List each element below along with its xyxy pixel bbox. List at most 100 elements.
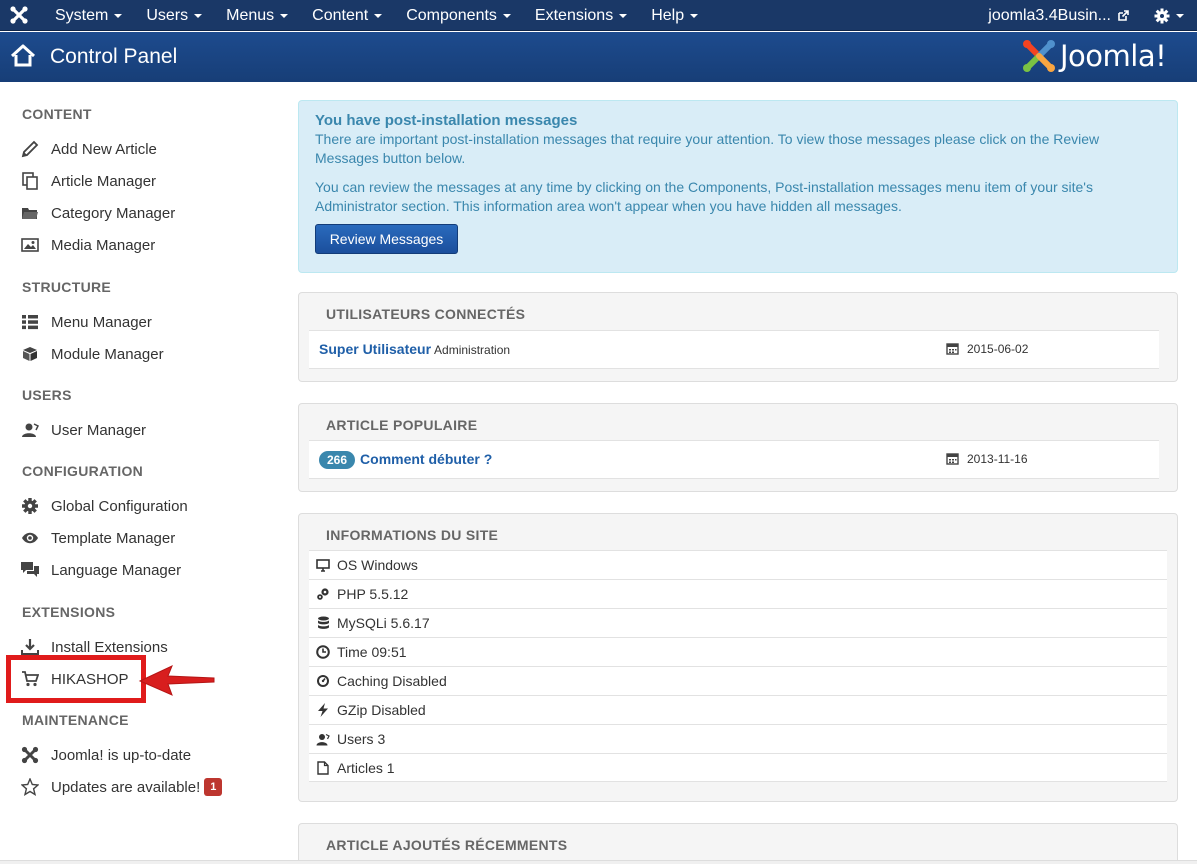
caret-down-icon [280,13,289,18]
panel-title: ARTICLE POPULAIRE [326,417,478,433]
sidebar-item-label: Category Manager [51,204,176,222]
sidebar-item-joomla-uptodate[interactable]: Joomla! is up-to-date [20,743,191,767]
menu-label: Users [146,7,189,24]
heading-extensions: EXTENSIONS [22,604,116,620]
navbar-right: joomla3.4Busin... [976,0,1197,31]
caret-down-icon [502,13,511,18]
menu-system[interactable]: System [43,0,134,31]
panel-title: UTILISATEURS CONNECTÉS [326,306,526,322]
info-text: Users 3 [337,731,386,747]
home-icon [10,44,36,67]
sidebar-item-label: Add New Article [51,140,157,158]
list-item: MySQLi 5.6.17 [309,608,1167,637]
date-text: 2015-06-02 [967,342,1029,356]
download-icon [20,637,40,657]
caret-down-icon [194,13,203,18]
sidebar-item-module-manager[interactable]: Module Manager [20,342,164,366]
menu-label: Content [312,7,369,24]
post-install-alert: You have post-installation messages Ther… [298,100,1178,273]
sidebar-item-label: Template Manager [51,529,176,547]
sidebar-item-global-configuration[interactable]: Global Configuration [20,494,188,518]
site-name: joomla3.4Busin... [988,7,1111,24]
heading-content: CONTENT [22,106,92,122]
logo-text: Joomla! [1060,39,1167,73]
table-row: 266 Comment débuter ? 2013-11-16 [309,440,1159,479]
annotation-arrow-icon [138,665,215,696]
sidebar-item-media-manager[interactable]: Media Manager [20,233,155,257]
info-text: MySQLi 5.6.17 [337,615,430,631]
list-item: Caching Disabled [309,666,1167,695]
list-item: OS Windows [309,550,1167,579]
sidebar-item-article-manager[interactable]: Article Manager [20,169,156,193]
sidebar-item-updates-available[interactable]: Updates are available! 1 [20,775,223,799]
sidebar-item-label: Language Manager [51,561,182,579]
menu-label: Help [651,7,685,24]
popular-articles-panel: ARTICLE POPULAIRE 266 Comment débuter ? 2… [298,403,1178,492]
sidebar-item-label: User Manager [51,421,147,439]
user-icon [20,420,40,440]
database-icon [314,615,332,631]
menu-content[interactable]: Content [300,0,394,31]
menu-label: Extensions [534,7,614,24]
date-text: 2013-11-16 [967,452,1028,466]
info-text: Articles 1 [337,759,395,776]
article-link[interactable]: 266 Comment débuter ? [319,451,492,469]
info-text: OS Windows [337,557,418,573]
desktop-icon [314,557,332,573]
sidebar-item-user-manager[interactable]: User Manager [20,418,146,442]
info-text: Caching Disabled [337,673,447,689]
table-row: Super Utilisateur Administration 2015-06-… [309,330,1159,369]
file-icon [314,760,332,776]
sidebar-item-language-manager[interactable]: Language Manager [20,558,181,582]
eye-icon [20,528,40,548]
comments-icon [20,560,40,580]
sidebar-item-menu-manager[interactable]: Menu Manager [20,310,152,334]
sidebar-item-add-new-article[interactable]: Add New Article [20,137,157,161]
alert-message-2: You can review the messages at any time … [315,179,1093,214]
user-area: Administration [434,343,511,357]
joomla-icon [20,745,40,765]
menu-help[interactable]: Help [639,0,710,31]
alert-message-1: There are important post-installation me… [315,131,1100,166]
menu-extensions[interactable]: Extensions [523,0,639,31]
sidebar-item-label: Menu Manager [51,313,152,331]
site-info-list: OS Windows PHP 5.5.12 MySQLi 5.6.17 Time… [309,550,1167,782]
info-text: PHP 5.5.12 [337,586,409,602]
sidebar-item-category-manager[interactable]: Category Manager [20,201,175,225]
recent-articles-panel: ARTICLE AJOUTÉS RÉCEMMENTS [298,823,1178,864]
external-link-icon [1118,9,1129,21]
sidebar-item-template-manager[interactable]: Template Manager [20,526,175,550]
caret-down-icon [374,13,383,18]
info-text: GZip Disabled [337,702,426,718]
article-date: 2013-11-16 [946,452,1028,466]
caret-down-icon [690,13,699,18]
review-messages-button[interactable]: Review Messages [315,224,458,254]
caret-down-icon [114,13,123,18]
list-icon [20,312,40,332]
caret-down-icon [1176,13,1184,18]
user-link[interactable]: Super Utilisateur Administration [319,341,510,357]
sidebar-item-label: Article Manager [51,172,157,190]
flash-icon [314,702,332,718]
calendar-icon [946,453,959,465]
sidebar: CONTENT Add New Article Article Manager … [0,82,290,864]
list-item: PHP 5.5.12 [309,579,1167,608]
menu-users[interactable]: Users [134,0,214,31]
user-name: Super Utilisateur [319,341,432,357]
alert-title: You have post-installation messages [315,112,578,129]
user-settings-menu[interactable] [1141,0,1197,31]
panel-title: ARTICLE AJOUTÉS RÉCEMMENTS [326,837,568,853]
menu-menus[interactable]: Menus [214,0,300,31]
page-header: Control Panel Joomla! [0,32,1197,82]
cogs-icon [314,586,332,602]
joomla-brand-icon[interactable] [9,5,29,25]
calendar-icon [946,343,959,355]
menu-label: Components [406,7,497,24]
sidebar-item-label: Module Manager [51,345,164,363]
main-menu: System Users Menus Content Components Ex… [43,0,710,31]
menu-components[interactable]: Components [394,0,523,31]
hits-badge: 266 [319,451,356,469]
star-icon [20,777,40,797]
site-link[interactable]: joomla3.4Busin... [976,0,1141,31]
logged-users-panel: UTILISATEURS CONNECTÉS Super Utilisateur… [298,292,1178,382]
